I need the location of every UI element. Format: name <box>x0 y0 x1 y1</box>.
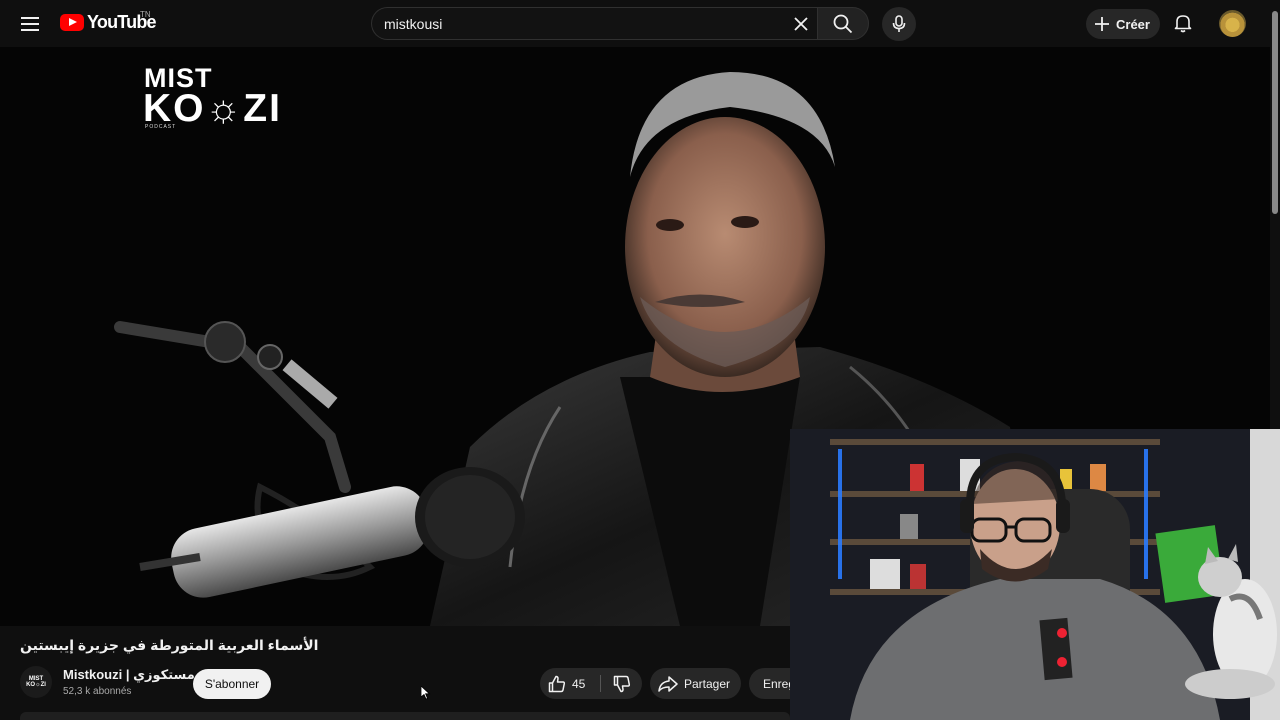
search-icon <box>833 14 853 33</box>
like-count: 45 <box>572 676 586 691</box>
watermark-sub: PODCAST <box>145 124 177 130</box>
clear-search-button[interactable] <box>789 12 813 36</box>
channel-watermark: MIST KO☼ZI PODCAST <box>143 64 308 134</box>
mouse-cursor <box>421 686 431 700</box>
share-button[interactable]: Partager <box>650 668 741 699</box>
description-box-edge[interactable] <box>20 712 790 720</box>
menu-icon <box>21 17 39 31</box>
thumbs-down-icon <box>613 675 630 692</box>
webcam-overlay <box>790 429 1280 720</box>
search-input[interactable]: mistkousi <box>371 7 817 40</box>
share-label: Partager <box>684 676 731 691</box>
subscribe-button[interactable]: S'abonner <box>193 669 271 699</box>
video-title: الأسماء العربية المتورطة في جزيرة إيبستي… <box>20 637 319 653</box>
channel-avatar[interactable]: MIST KO☼ZI <box>20 666 52 698</box>
notifications-button[interactable] <box>1170 10 1196 36</box>
thumbs-up-icon <box>548 675 566 692</box>
account-avatar[interactable] <box>1219 10 1246 37</box>
mic-icon <box>892 15 906 32</box>
webcam-scene <box>790 429 1280 720</box>
like-dislike-group: 45 <box>540 668 642 699</box>
subscriber-count: 52,3 k abonnés <box>63 686 132 697</box>
channel-avatar-text: MIST KO☼ZI <box>26 676 46 688</box>
channel-avatar-line2: KO☼ZI <box>26 682 46 688</box>
scrollbar-thumb[interactable] <box>1272 11 1278 214</box>
bell-icon <box>1174 15 1192 33</box>
youtube-play-icon <box>60 14 84 31</box>
create-button[interactable]: Créer <box>1086 9 1160 39</box>
create-label: Créer <box>1116 16 1150 32</box>
like-button[interactable]: 45 <box>540 668 600 699</box>
plus-icon <box>1095 17 1109 31</box>
channel-name[interactable]: Mistkouzi | مستكوزي <box>63 667 195 683</box>
close-icon <box>794 17 808 31</box>
search-button[interactable] <box>817 7 869 40</box>
page: YouTube TN mistkousi Créer MIST KO☼ZI PO… <box>0 0 1280 720</box>
share-icon <box>658 675 678 692</box>
search-input-value[interactable]: mistkousi <box>384 16 442 32</box>
watermark-bottom: KO☼ZI <box>143 87 282 130</box>
dislike-button[interactable] <box>601 668 642 699</box>
country-code: TN <box>140 10 151 19</box>
masthead: YouTube TN mistkousi Créer <box>0 0 1270 47</box>
guide-menu-button[interactable] <box>14 8 46 40</box>
voice-search-button[interactable] <box>882 7 916 41</box>
